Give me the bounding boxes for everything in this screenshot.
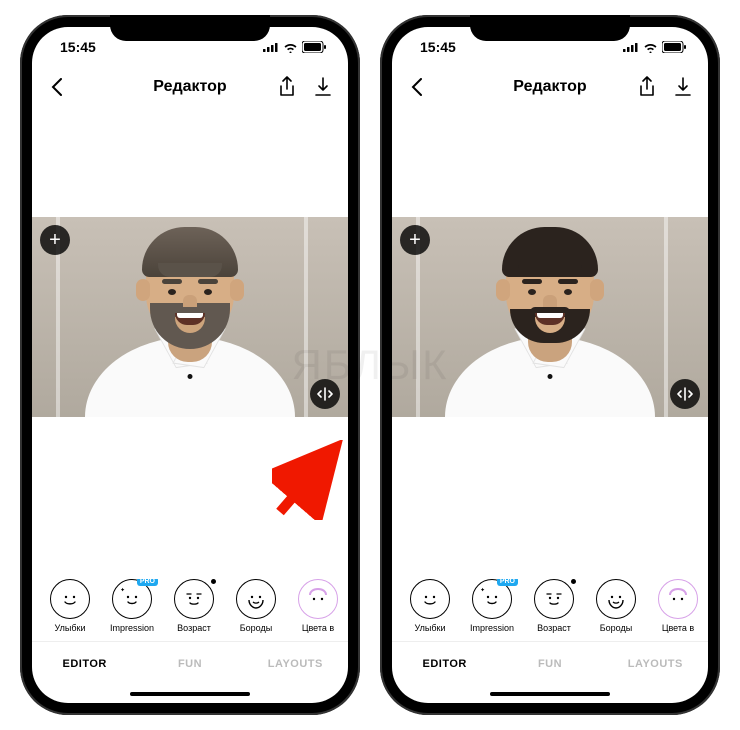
filter-age[interactable]: Возраст — [166, 579, 222, 633]
filter-colors[interactable]: Цвета в — [650, 579, 706, 633]
plus-icon: + — [409, 230, 421, 250]
nav-bar: Редактор — [32, 67, 348, 107]
filter-label: Цвета в — [302, 623, 334, 633]
add-face-button[interactable]: + — [400, 225, 430, 255]
notch — [110, 15, 270, 41]
home-indicator[interactable] — [392, 685, 708, 703]
status-indicators — [263, 41, 326, 53]
filter-impression[interactable]: PRO Impression — [104, 579, 160, 633]
download-icon — [674, 77, 692, 97]
filter-label: Бороды — [240, 623, 272, 633]
tab-editor[interactable]: EDITOR — [32, 642, 137, 685]
filter-smiles[interactable]: Улыбки — [42, 579, 98, 633]
chevron-left-icon — [411, 78, 423, 96]
tab-fun[interactable]: FUN — [497, 642, 602, 685]
compare-icon — [677, 386, 693, 402]
filter-label: Возраст — [537, 623, 571, 633]
filter-label: Impression — [470, 623, 514, 633]
pro-badge: PRO — [497, 579, 518, 586]
home-indicator[interactable] — [32, 685, 348, 703]
add-face-button[interactable]: + — [40, 225, 70, 255]
edited-image[interactable]: + — [32, 217, 348, 417]
tab-layouts[interactable]: LAYOUTS — [243, 642, 348, 685]
tab-bar: EDITOR FUN LAYOUTS — [32, 641, 348, 685]
edited-image[interactable]: + — [392, 217, 708, 417]
face-beard-icon — [236, 579, 276, 619]
filter-label: Улыбки — [415, 623, 446, 633]
status-time: 15:45 — [420, 39, 456, 55]
face-age-icon — [534, 579, 574, 619]
tab-layouts[interactable]: LAYOUTS — [603, 642, 708, 685]
share-button[interactable] — [276, 76, 298, 98]
plus-icon: + — [49, 230, 61, 250]
battery-icon — [302, 41, 326, 53]
status-time: 15:45 — [60, 39, 96, 55]
filter-colors[interactable]: Цвета в — [290, 579, 346, 633]
filter-label: Улыбки — [55, 623, 86, 633]
share-icon — [638, 76, 656, 98]
filter-label: Бороды — [600, 623, 632, 633]
notch — [470, 15, 630, 41]
compare-button[interactable] — [310, 379, 340, 409]
person-portrait-young — [450, 217, 650, 417]
tab-bar: EDITOR FUN LAYOUTS — [392, 641, 708, 685]
face-age-icon — [174, 579, 214, 619]
back-button[interactable] — [406, 76, 428, 98]
phone-frame-left: 15:45 Редактор — [20, 15, 360, 715]
filter-beards[interactable]: Бороды — [228, 579, 284, 633]
nav-bar: Редактор — [392, 67, 708, 107]
battery-icon — [662, 41, 686, 53]
person-portrait-aged — [90, 217, 290, 417]
wifi-icon — [283, 42, 298, 53]
download-button[interactable] — [312, 76, 334, 98]
signal-icon — [623, 42, 639, 52]
compare-button[interactable] — [670, 379, 700, 409]
filter-row[interactable]: Улыбки PRO Impression Возраст Бороды Цве… — [32, 579, 348, 641]
share-button[interactable] — [636, 76, 658, 98]
back-button[interactable] — [46, 76, 68, 98]
filter-age[interactable]: Возраст — [526, 579, 582, 633]
pro-badge: PRO — [137, 579, 158, 586]
face-smile-icon — [50, 579, 90, 619]
filter-label: Возраст — [177, 623, 211, 633]
tab-fun[interactable]: FUN — [137, 642, 242, 685]
tab-editor[interactable]: EDITOR — [392, 642, 497, 685]
download-button[interactable] — [672, 76, 694, 98]
indicator-dot — [571, 579, 576, 584]
face-haircolor-icon — [298, 579, 338, 619]
filter-impression[interactable]: PRO Impression — [464, 579, 520, 633]
indicator-dot — [211, 579, 216, 584]
filter-beards[interactable]: Бороды — [588, 579, 644, 633]
status-indicators — [623, 41, 686, 53]
face-smile-icon — [410, 579, 450, 619]
filter-label: Impression — [110, 623, 154, 633]
face-haircolor-icon — [658, 579, 698, 619]
filter-row[interactable]: Улыбки PRO Impression Возраст Бороды Цве… — [392, 579, 708, 641]
filter-smiles[interactable]: Улыбки — [402, 579, 458, 633]
screen: 15:45 Редактор — [32, 27, 348, 703]
compare-icon — [317, 386, 333, 402]
wifi-icon — [643, 42, 658, 53]
download-icon — [314, 77, 332, 97]
screen: 15:45 Редактор — [392, 27, 708, 703]
filter-label: Цвета в — [662, 623, 694, 633]
face-beard-icon — [596, 579, 636, 619]
signal-icon — [263, 42, 279, 52]
share-icon — [278, 76, 296, 98]
chevron-left-icon — [51, 78, 63, 96]
phone-frame-right: 15:45 Редактор — [380, 15, 720, 715]
